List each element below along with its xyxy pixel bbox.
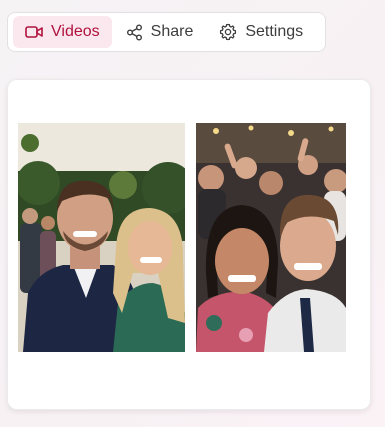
gear-icon [219, 23, 237, 41]
share-icon [126, 24, 143, 41]
tab-settings-label: Settings [245, 23, 304, 40]
tab-videos[interactable]: Videos [13, 16, 112, 48]
couple-selfie-party-image [196, 123, 346, 352]
couple-selfie-garden-image [18, 123, 185, 352]
video-camera-icon [25, 25, 43, 39]
tab-share[interactable]: Share [114, 16, 206, 48]
video-thumbnail-1[interactable] [18, 123, 185, 352]
video-thumbnail-2[interactable] [196, 123, 346, 352]
tab-bar: Videos Share Settings [7, 12, 326, 52]
tab-settings[interactable]: Settings [207, 16, 315, 48]
video-gallery-card [7, 79, 371, 410]
tab-share-label: Share [150, 23, 194, 40]
tab-videos-label: Videos [51, 23, 100, 40]
